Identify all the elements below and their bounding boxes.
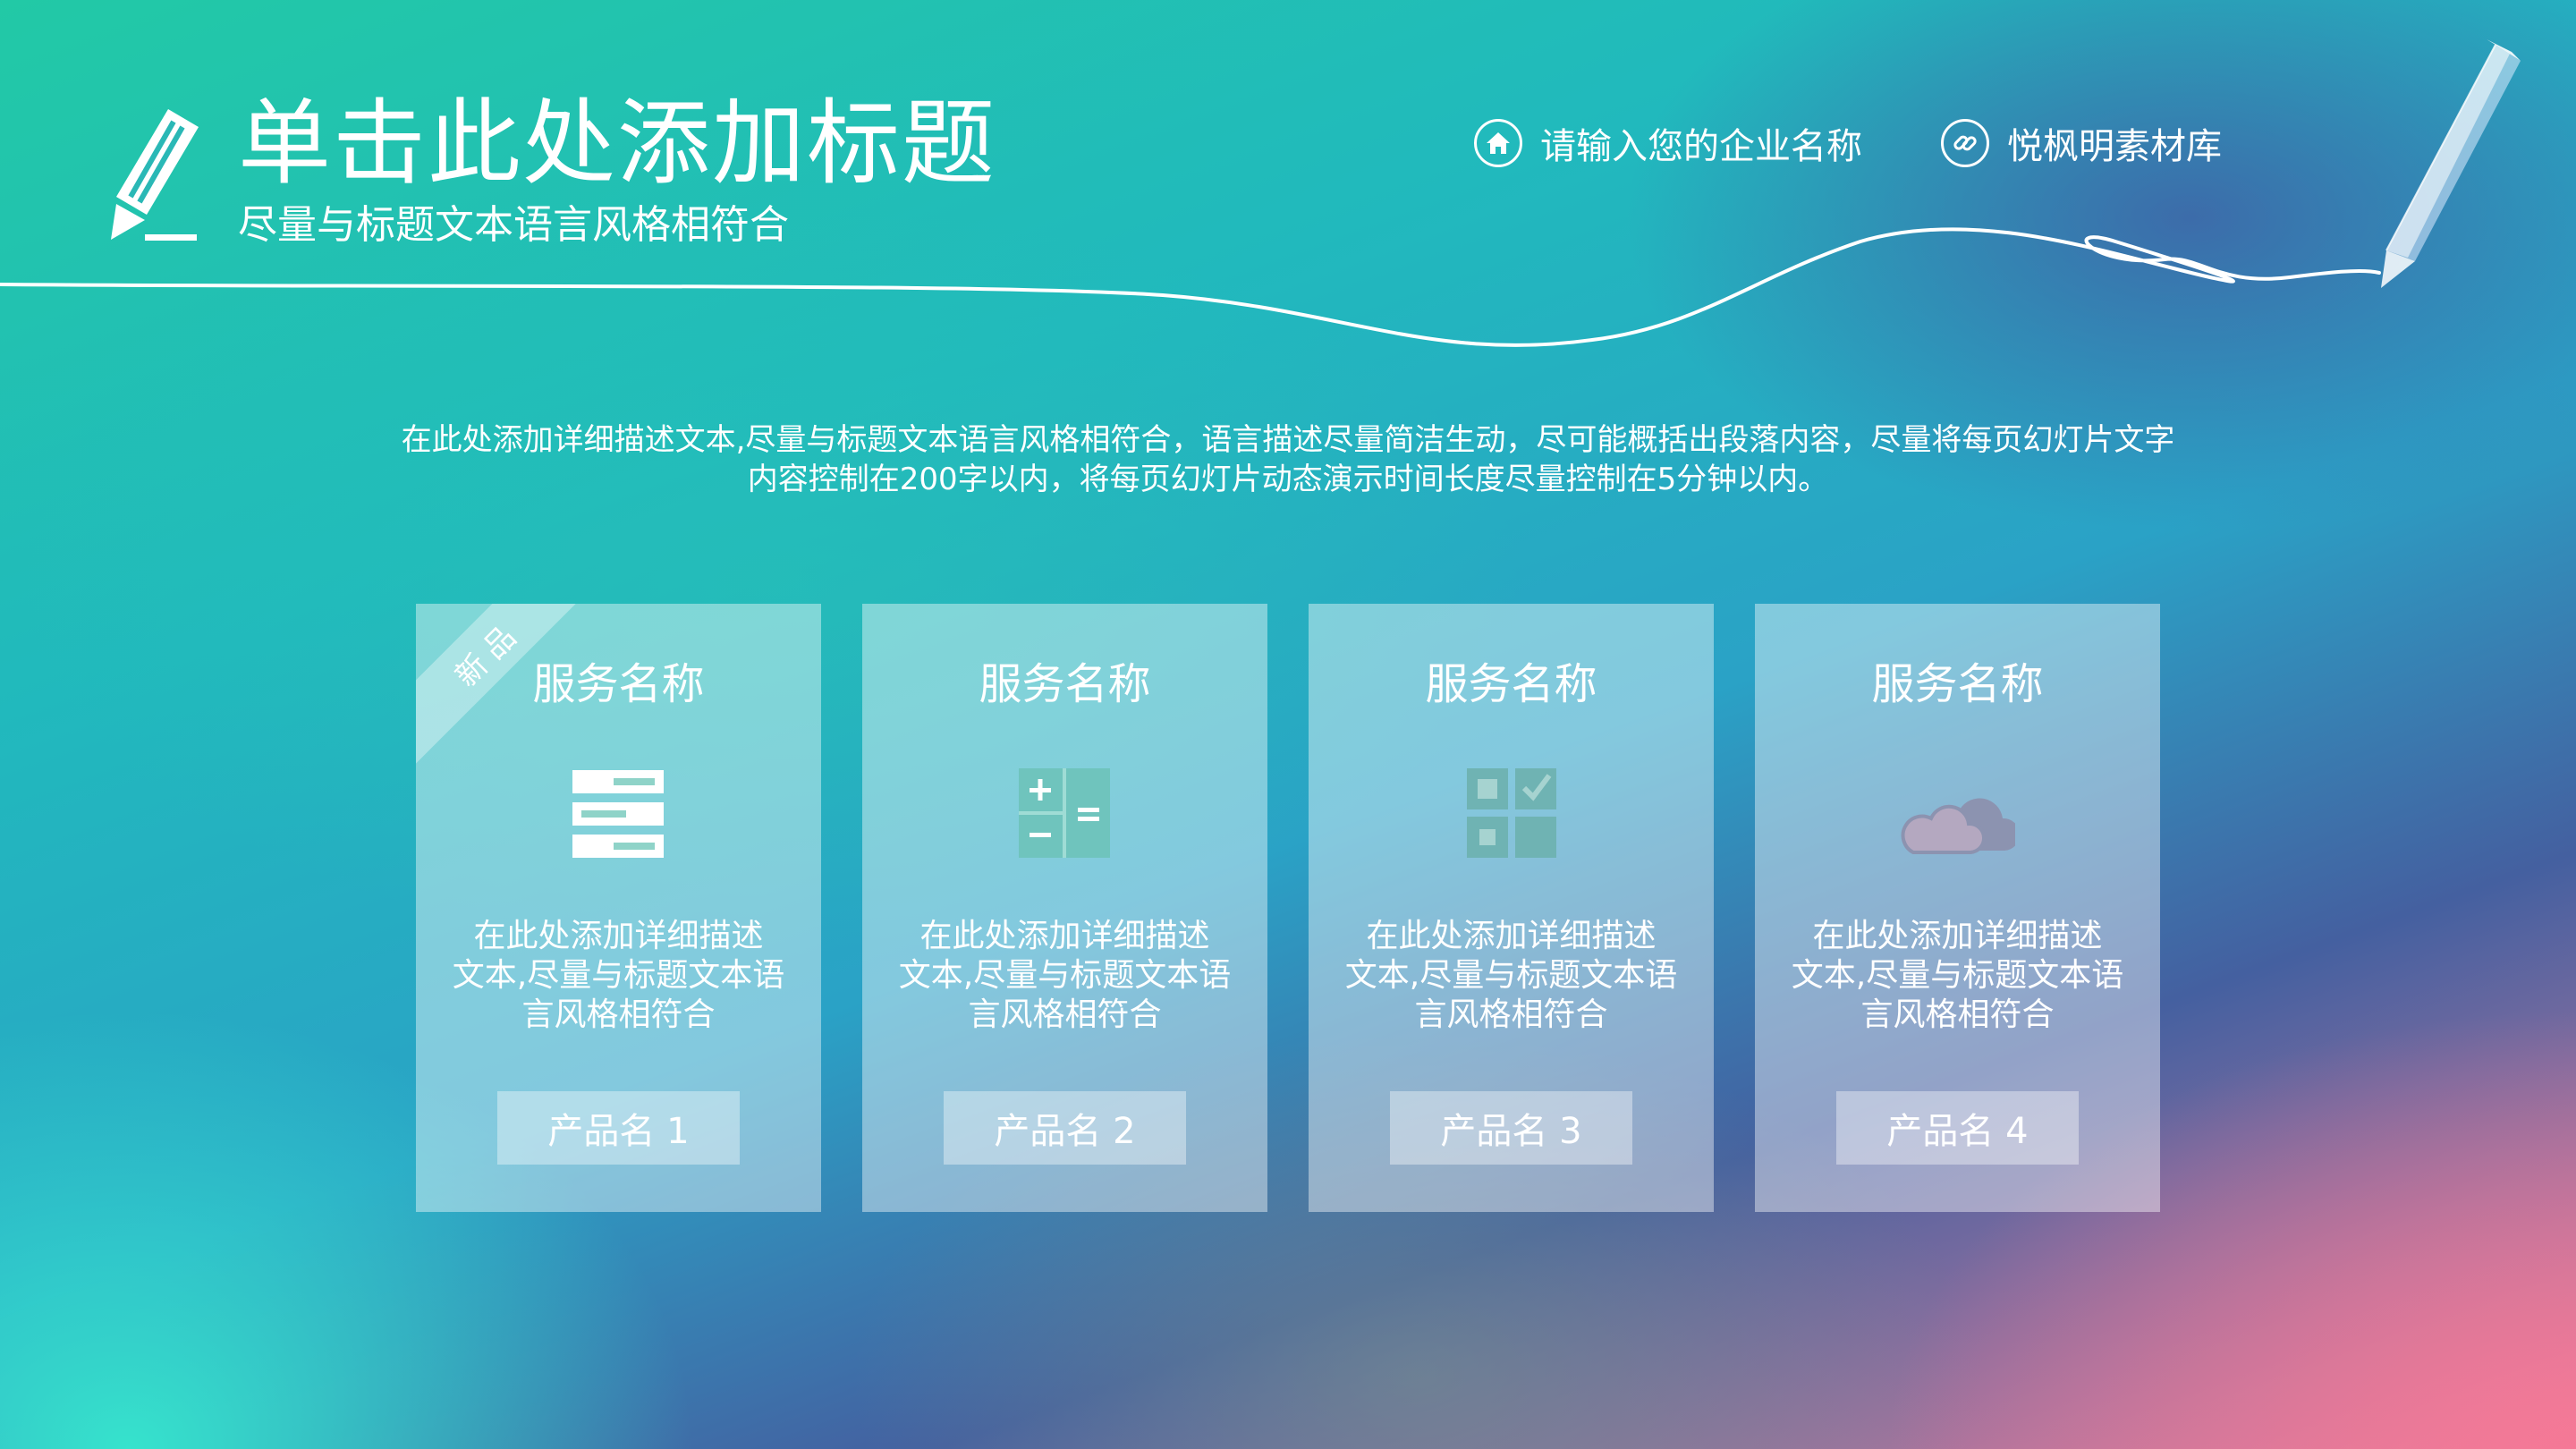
service-description-line: 文本,尽量与标题文本语 (452, 957, 785, 994)
service-description-line: 言风格相符合 (1860, 996, 2055, 1033)
service-card-4: 服务名称 在此处添加详细描述 文本,尽量与标题文本语 言风格相符合 产品名 4 (1755, 604, 2160, 1212)
page-title: 单击此处添加标题 (238, 89, 997, 198)
material-library-link[interactable]: 悦枫明素材库 (1941, 114, 2222, 172)
service-description-line: 在此处添加详细描述 (1812, 918, 2103, 954)
service-card-1: 新品 服务名称 在此处添加详细描述 文本,尽量与标题文本语 言风格相符合 产品名… (416, 604, 821, 1212)
service-description-line: 在此处添加详细描述 (473, 918, 764, 954)
checklist-grid-icon (1467, 768, 1556, 858)
product-button-2[interactable]: 产品名 2 (944, 1091, 1186, 1165)
service-card-2: 服务名称 在此处添加详细描述 文本,尽量与标题文本语 言风格相符合 产品名 2 (862, 604, 1267, 1212)
service-description-line: 文本,尽量与标题文本语 (1344, 957, 1678, 994)
service-description-line: 在此处添加详细描述 (919, 918, 1210, 954)
service-description-line: 言风格相符合 (968, 996, 1162, 1033)
company-name-link[interactable]: 请输入您的企业名称 (1474, 114, 1862, 172)
product-button-3[interactable]: 产品名 3 (1390, 1091, 1632, 1165)
service-name: 服务名称 (1425, 659, 1597, 709)
service-description: 在此处添加详细描述 文本,尽量与标题文本语 言风格相符合 (889, 917, 1241, 1035)
description-line-1: 在此处添加详细描述文本,尽量与标题文本语言风格相符合，语言描述尽量简洁生动，尽可… (401, 422, 2175, 458)
description-line-2: 内容控制在200字以内，将每页幻灯片动态演示时间长度尽量控制在5分钟以内。 (747, 462, 1829, 497)
service-description-line: 文本,尽量与标题文本语 (1791, 957, 2124, 994)
service-name: 服务名称 (979, 659, 1151, 709)
service-description-line: 言风格相符合 (521, 996, 716, 1033)
service-card-3: 服务名称 在此处添加详细描述 文本,尽量与标题文本语 言风格相符合 产品名 3 (1309, 604, 1714, 1212)
service-description: 在此处添加详细描述 文本,尽量与标题文本语 言风格相符合 (1782, 917, 2133, 1035)
server-icon (572, 770, 664, 858)
calculator-icon (1019, 768, 1110, 858)
service-name: 服务名称 (1871, 659, 2044, 709)
product-button-1[interactable]: 产品名 1 (497, 1091, 740, 1165)
chain-link-icon (1941, 119, 1989, 167)
service-description-line: 文本,尽量与标题文本语 (898, 957, 1232, 994)
home-icon (1474, 119, 1522, 167)
service-description: 在此处添加详细描述 文本,尽量与标题文本语 言风格相符合 (1335, 917, 1687, 1035)
service-description-line: 在此处添加详细描述 (1366, 918, 1657, 954)
service-description-line: 言风格相符合 (1414, 996, 1608, 1033)
page-subtitle: 尽量与标题文本语言风格相符合 (238, 202, 789, 248)
cloud-icon (1901, 798, 2015, 854)
material-library-text: 悦枫明素材库 (2007, 126, 2222, 167)
description-paragraph: 在此处添加详细描述文本,尽量与标题文本语言风格相符合，语言描述尽量简洁生动，尽可… (340, 420, 2236, 499)
product-button-4[interactable]: 产品名 4 (1836, 1091, 2079, 1165)
pencil-logo-icon (111, 109, 199, 241)
crystal-pen-decoration (2381, 39, 2521, 288)
service-description: 在此处添加详细描述 文本,尽量与标题文本语 言风格相符合 (443, 917, 794, 1035)
service-name: 服务名称 (532, 659, 705, 709)
company-name-text: 请输入您的企业名称 (1540, 126, 1862, 167)
